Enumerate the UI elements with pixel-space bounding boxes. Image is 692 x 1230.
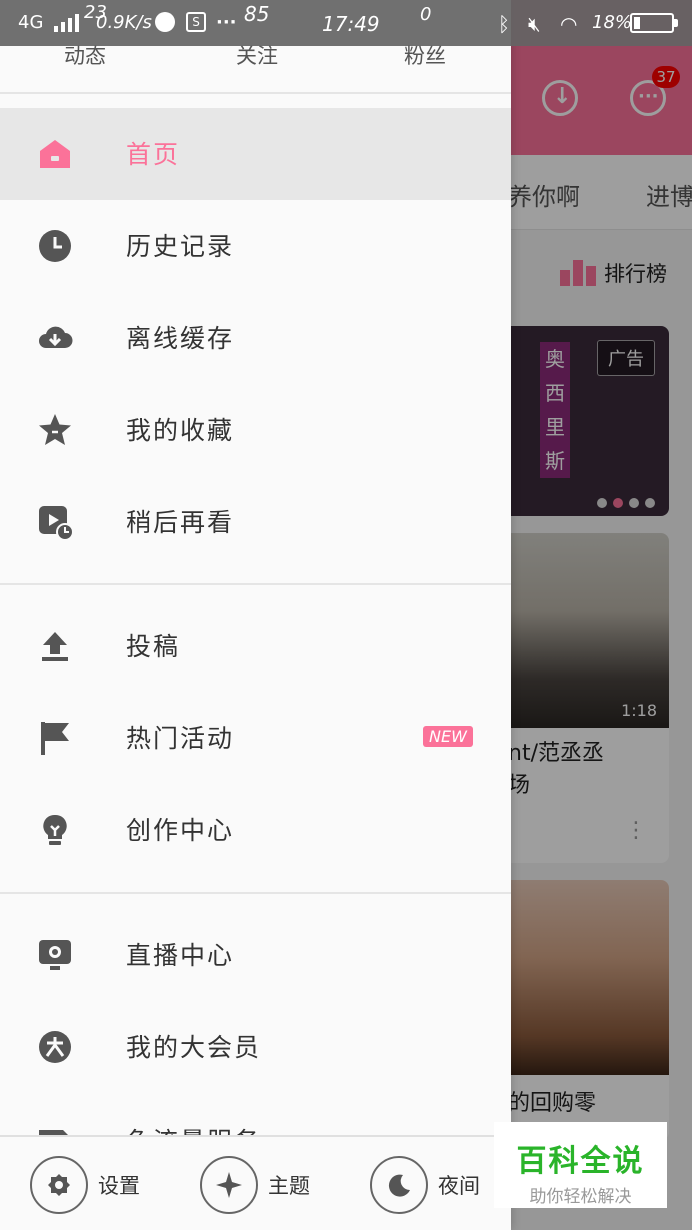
bulb-icon [43,814,67,845]
menu-label: 稍后再看 [126,508,235,537]
theme-icon [200,1156,258,1214]
watermark-title: 百科全说 [516,1144,645,1179]
navigation-drawer: 动态 关注 粉丝 首页 历史记录 离线缓存 我的收藏 稍后再看 投稿 热门活动 … [0,0,511,1230]
menu-item-events[interactable]: 热门活动 NEW [0,692,511,784]
moon-icon [370,1156,428,1214]
bluetooth-icon: ᛒ [498,12,510,36]
menu-label: 热门活动 [126,724,235,753]
menu-item-live-center[interactable]: 直播中心 [0,909,511,1001]
clock: 17:49 [322,12,380,36]
menu-item-vip[interactable]: 我的大会员 [0,1001,511,1093]
mute-icon: 🔇︎ [528,12,541,36]
menu-item-home[interactable]: 首页 [0,108,511,200]
handwritten-mark: 85 [244,2,270,26]
more-notifications-icon: ··· [216,12,237,33]
network-type: 4G [18,12,44,33]
divider [0,583,511,585]
watch-later-icon [39,506,73,540]
menu-label: 我的收藏 [126,416,235,445]
app-notification-icon [155,12,175,32]
menu-item-favorites[interactable]: 我的收藏 [0,384,511,476]
new-badge: NEW [423,726,473,747]
menu-label: 我的大会员 [126,1033,262,1062]
live-icon [39,940,71,970]
menu-label: 投稿 [126,632,181,661]
night-label: 夜间 [438,1174,480,1198]
night-mode-button[interactable]: 夜间 [370,1155,480,1215]
menu-item-watch-later[interactable]: 稍后再看 [0,476,511,568]
upload-icon [42,632,68,661]
vip-icon [39,1031,71,1063]
home-icon [40,140,70,168]
settings-label: 设置 [98,1174,140,1198]
divider [0,92,511,94]
watermark-subtitle: 助你轻松解决 [529,1187,632,1207]
settings-button[interactable]: 设置 [30,1155,140,1215]
clock-icon [39,230,71,262]
settings-icon [30,1156,88,1214]
menu-label: 创作中心 [126,816,235,845]
menu-label: 离线缓存 [126,324,235,353]
menu-label: 首页 [126,140,181,169]
signal-icon [54,14,79,32]
handwritten-mark: 0 [420,4,432,25]
theme-label: 主题 [268,1174,310,1198]
drawer-bottom-bar: 设置 主题 夜间 [0,1135,511,1230]
battery-percent: 18% [592,12,633,33]
s-notification-icon: S [186,12,206,32]
star-icon [39,414,71,445]
battery-icon [630,13,678,33]
watermark: 百科全说 助你轻松解决 [494,1122,667,1208]
menu-item-creator-center[interactable]: 创作中心 [0,784,511,876]
wifi-icon: ◠ [560,12,578,36]
menu-label: 直播中心 [126,941,235,970]
network-speed: 0.9K/s [96,12,152,33]
menu-item-offline-cache[interactable]: 离线缓存 [0,292,511,384]
theme-button[interactable]: 主题 [200,1155,310,1215]
menu-label: 历史记录 [126,232,235,261]
cloud-download-icon [39,326,73,348]
flag-icon [41,722,69,755]
menu-item-history[interactable]: 历史记录 [0,200,511,292]
divider [0,892,511,894]
status-bar: 4G 23 0.9K/s S ··· 85 17:49 0 ᛒ 🔇︎ ◠ 18% [0,0,692,46]
menu-item-upload[interactable]: 投稿 [0,600,511,692]
